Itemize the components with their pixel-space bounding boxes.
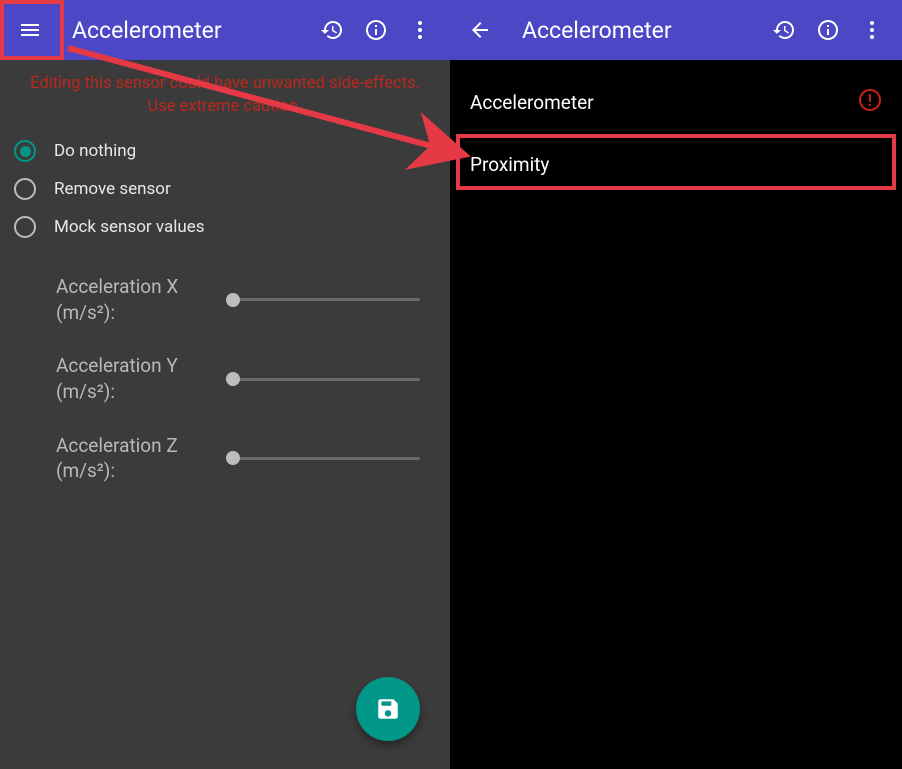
info-icon <box>816 18 840 42</box>
radio-label: Mock sensor values <box>54 217 205 237</box>
slider-track-z[interactable] <box>226 457 420 460</box>
appbar-left: Accelerometer <box>0 0 450 60</box>
screen-left: Accelerometer Editing this sensor could … <box>0 0 450 769</box>
sensor-item-accelerometer[interactable]: Accelerometer <box>450 70 902 135</box>
slider-track-x[interactable] <box>226 298 420 301</box>
warning-line1: Editing this sensor could have unwanted … <box>30 74 420 93</box>
slider-thumb-icon <box>226 372 240 386</box>
slider-label: Acceleration Z (m/s²): <box>56 433 226 484</box>
slider-accel-x: Acceleration X (m/s²): <box>56 260 450 339</box>
overflow-menu-button[interactable] <box>850 8 894 52</box>
hamburger-menu-button[interactable] <box>8 8 52 52</box>
save-icon <box>375 696 401 722</box>
radio-remove-sensor[interactable]: Remove sensor <box>14 170 436 208</box>
warning-text: Editing this sensor could have unwanted … <box>0 60 450 128</box>
list-item-label: Proximity <box>470 153 882 176</box>
history-icon <box>772 18 796 42</box>
slider-accel-z: Acceleration Z (m/s²): <box>56 419 450 498</box>
info-button[interactable] <box>806 8 850 52</box>
radio-group: Do nothing Remove sensor Mock sensor val… <box>0 128 450 250</box>
overflow-menu-button[interactable] <box>398 8 442 52</box>
more-vert-icon <box>860 18 884 42</box>
radio-label: Do nothing <box>54 141 136 161</box>
back-arrow-icon <box>468 18 492 42</box>
slider-thumb-icon <box>226 293 240 307</box>
sensor-item-proximity[interactable]: Proximity <box>450 135 902 194</box>
history-button[interactable] <box>310 8 354 52</box>
appbar-right: Accelerometer <box>450 0 902 60</box>
hamburger-icon <box>18 18 42 42</box>
appbar-title: Accelerometer <box>522 17 762 44</box>
radio-button-icon <box>14 216 36 238</box>
info-button[interactable] <box>354 8 398 52</box>
warning-icon <box>858 88 882 117</box>
back-button[interactable] <box>458 8 502 52</box>
warning-line2: Use extreme caution. <box>148 97 303 116</box>
sliders-section: Acceleration X (m/s²): Acceleration Y (m… <box>0 250 450 498</box>
more-vert-icon <box>408 18 432 42</box>
slider-thumb-icon <box>226 451 240 465</box>
history-icon <box>320 18 344 42</box>
slider-track-y[interactable] <box>226 378 420 381</box>
save-fab[interactable] <box>356 677 420 741</box>
list-item-label: Accelerometer <box>470 91 858 114</box>
radio-mock-values[interactable]: Mock sensor values <box>14 208 436 246</box>
history-button[interactable] <box>762 8 806 52</box>
screen-right: Accelerometer Accelerometer Proximity <box>450 0 902 769</box>
radio-do-nothing[interactable]: Do nothing <box>14 132 436 170</box>
slider-label: Acceleration Y (m/s²): <box>56 353 226 404</box>
radio-button-icon <box>14 178 36 200</box>
appbar-title: Accelerometer <box>72 17 310 44</box>
slider-accel-y: Acceleration Y (m/s²): <box>56 339 450 418</box>
info-icon <box>364 18 388 42</box>
radio-label: Remove sensor <box>54 179 171 199</box>
radio-button-icon <box>14 140 36 162</box>
slider-label: Acceleration X (m/s²): <box>56 274 226 325</box>
